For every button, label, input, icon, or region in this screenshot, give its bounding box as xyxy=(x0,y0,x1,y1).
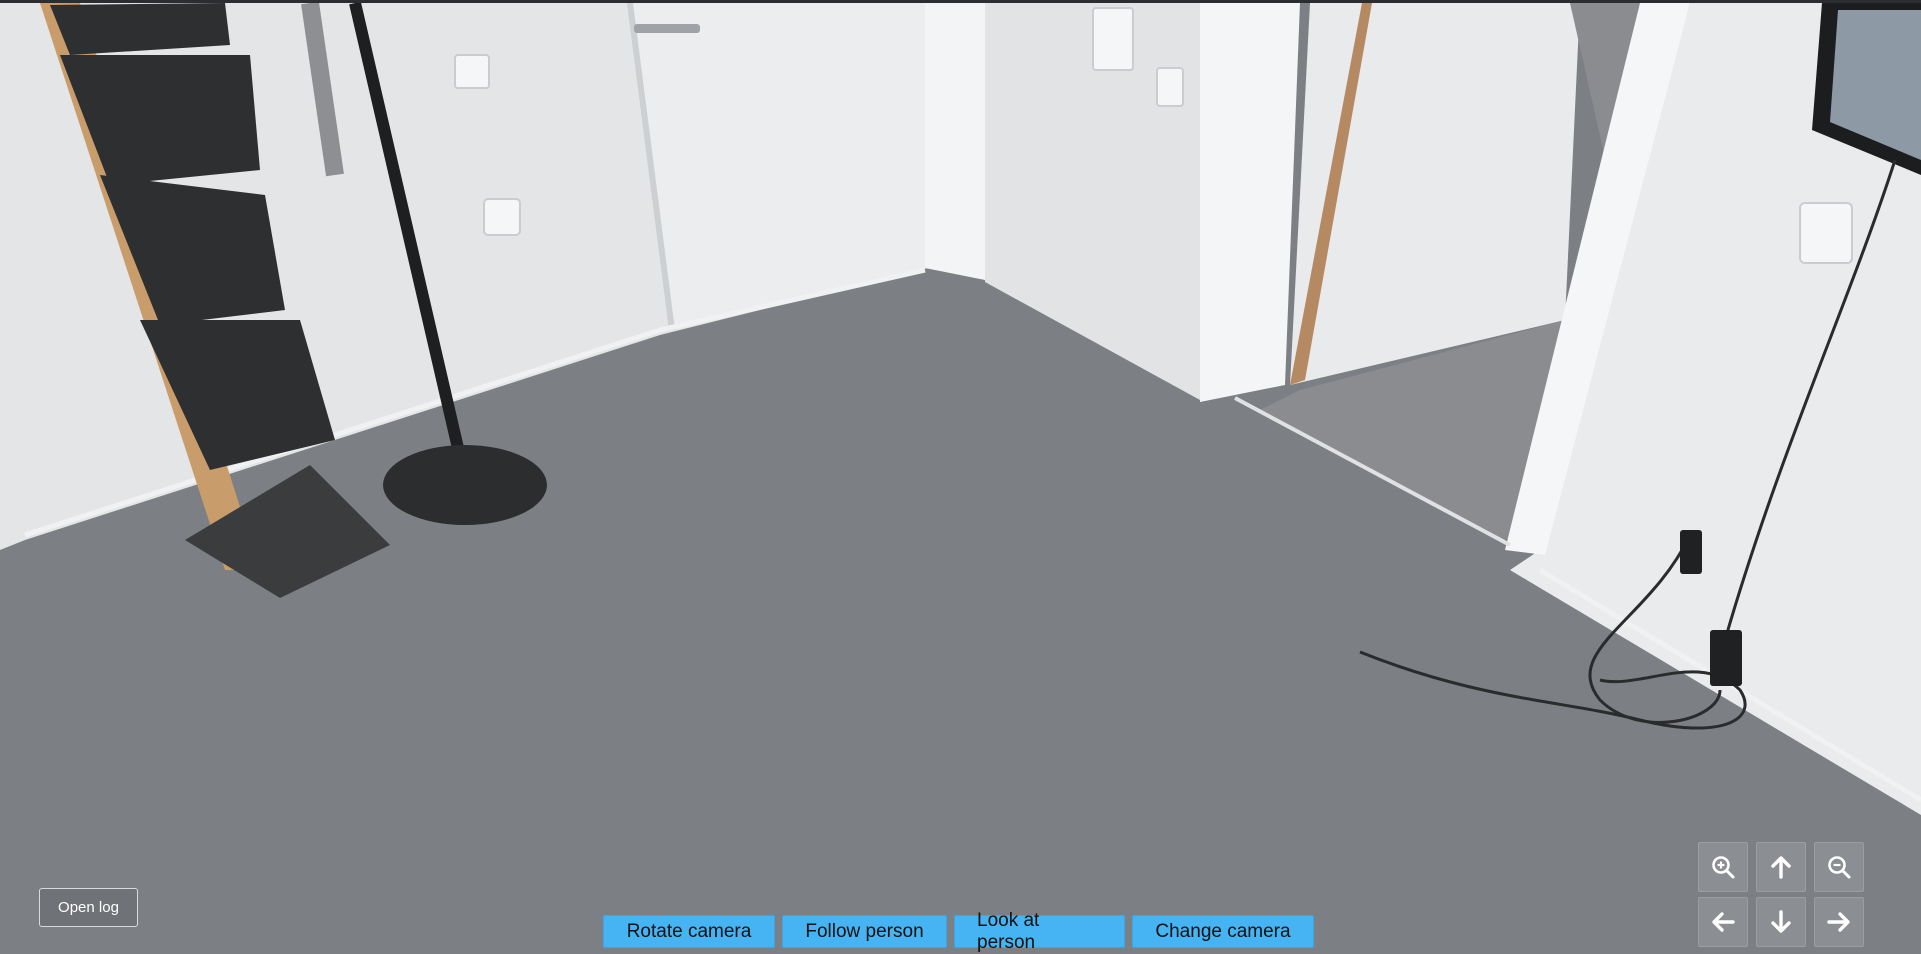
zoom-in-icon xyxy=(1712,856,1735,879)
wall-socket-left xyxy=(483,198,521,236)
zoom-in-button[interactable] xyxy=(1698,842,1748,892)
follow-person-button[interactable]: Follow person xyxy=(782,915,947,948)
open-log-button[interactable]: Open log xyxy=(39,888,138,927)
light-switch xyxy=(454,54,490,89)
pan-right-button[interactable] xyxy=(1814,897,1864,947)
door-handle xyxy=(634,24,700,33)
arrow-right-icon xyxy=(1827,912,1850,932)
window-top-border xyxy=(0,0,1921,3)
coat-stand-base xyxy=(383,445,547,525)
pan-down-button[interactable] xyxy=(1756,897,1806,947)
camera-view: Open log Rotate camera Follow person Loo… xyxy=(0,0,1921,954)
arrow-down-icon xyxy=(1771,910,1791,933)
action-bar: Rotate camera Follow person Look at pers… xyxy=(603,910,1314,953)
change-camera-button[interactable]: Change camera xyxy=(1132,915,1314,948)
power-adapter xyxy=(1710,630,1742,686)
ptz-controls xyxy=(1698,842,1864,947)
rotate-camera-button[interactable]: Rotate camera xyxy=(603,915,775,948)
zoom-out-icon xyxy=(1828,856,1851,879)
look-at-person-button[interactable]: Look at person xyxy=(954,910,1125,953)
wall-socket-right xyxy=(1799,202,1853,264)
pan-up-button[interactable] xyxy=(1756,842,1806,892)
arrow-up-icon xyxy=(1771,856,1791,879)
zoom-out-button[interactable] xyxy=(1814,842,1864,892)
camera-feed xyxy=(0,0,1921,954)
wall-corner xyxy=(925,3,985,280)
arrow-left-icon xyxy=(1712,912,1735,932)
pan-left-button[interactable] xyxy=(1698,897,1748,947)
door-frame-right xyxy=(1200,3,1300,402)
